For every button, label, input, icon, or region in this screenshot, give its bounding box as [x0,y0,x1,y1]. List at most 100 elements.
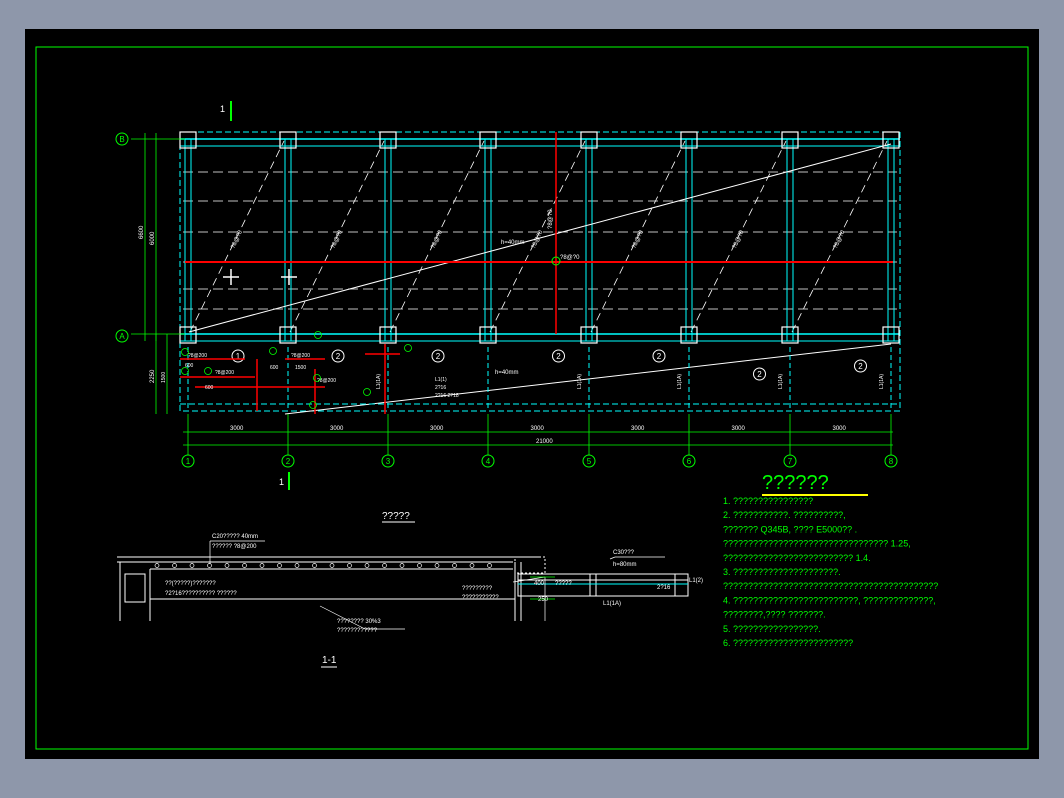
beam-label-2: h=80mm [613,562,637,568]
column-label: 4 [486,457,491,466]
rebar-circle [347,563,352,568]
column-axis-bubble-8[interactable]: 8 [884,454,898,468]
canopy-note-1: L1(1) [435,377,447,383]
panel-mark: 2 [556,352,561,361]
left-note-2: ?2?16?????????? ?????? [165,591,237,597]
section-1-1: ????? C20????? 40mm ?????? ?8@200 ??(???… [117,511,703,668]
note-line: 2. ???????????. ??????????, [723,510,846,520]
plan-outline [179,131,901,412]
canopy-stiffener [589,573,597,597]
bay-brace-label: ?8@?0 [330,229,344,250]
rebar-2: 2?16 [657,585,671,591]
notes-list: 1. ???????????????? 2. ???????????. ?????… [723,496,938,648]
section-leaders [209,540,665,630]
rebar-circle [434,563,440,568]
column-axis-bubble-4[interactable]: 4 [481,454,495,468]
panel-mark: 2 [858,362,863,371]
row-axis-bubble-b[interactable]: B [115,132,129,146]
rebar-circle [487,563,492,568]
cad-viewport[interactable]: 1 2 2 2 2 2 2 L1(1A) L1(1A) L1(1A) L1(1A) L1(1A) ?8… [25,29,1039,759]
beam-label: L1(1A) [677,374,683,389]
note-line: ????????,???? ???????. [723,610,826,620]
notes-title: ?????? [762,472,829,494]
beam-label: L1(1A) [376,374,382,389]
plan-title: ????? [382,511,410,522]
note-line: 6. ???????????????????????? [723,638,853,648]
canopy-panels: 1 2 2 2 222L1(1A) L1(1A) L1(1A) L1(1A) L1(1A) [180,347,900,409]
span-dimension: 3000 [531,426,545,432]
column-axis-bubble-7[interactable]: 7 [783,454,797,468]
cross-marks [223,269,297,285]
rebar-circle [242,563,247,568]
column-label: 8 [889,457,894,466]
slope-note: ???????? 30%3 [337,619,381,625]
column-axis-bubble-2[interactable]: 2 [281,454,295,468]
span-dimension: 3000 [430,426,444,432]
column-axis-bubble-6[interactable]: 6 [682,454,696,468]
rebar-circle [364,563,370,568]
dim-400: 400 [534,581,545,587]
panel-mark: 2 [336,352,341,361]
diag-tie-label: h=40mm [501,240,525,246]
roof-plan: 1 2 2 2 2 2 2 L1(1A) L1(1A) L1(1A) L1(1A) L1(1A) ?8… [115,101,901,490]
column-label: 6 [687,457,692,466]
column-label: 5 [587,457,592,466]
span-dimension: 3000 [732,426,746,432]
rebar-circle [154,563,160,568]
column-axis-bubble-1[interactable]: 1 [181,454,195,468]
note-line: 1. ???????????????? [723,496,813,506]
rebar-circle [224,563,230,568]
dim-small: 600 [270,365,279,371]
row-axis-bubble-a[interactable]: A [115,329,129,343]
canopy-h-label: h=40mm [495,370,519,376]
center-tie-label: ?8@?0 [560,255,580,261]
column-axis-bubble-3[interactable]: 3 [381,454,395,468]
rebar-circle [382,563,387,568]
rebar-circle [277,563,282,568]
note-line: 3. ?????????????????????. [723,567,841,577]
note-line: 5. ?????????????????. [723,624,821,634]
beam-label: L1(1A) [778,374,784,389]
height-dim-2: 6000 [150,231,156,245]
span-dimension: 3000 [330,426,344,432]
span-dimension: 3000 [230,426,244,432]
span-dimension: 3000 [833,426,847,432]
canopy-note-3: 2?16 2?18 [435,393,459,399]
beam-label-3: L1(1A) [603,601,621,607]
note-line: 4. ?????????????????????????, ??????????… [723,595,936,605]
rebar-1: ????? [555,581,572,587]
bay-labels: ?8@?0 ?8@?0 ?8@?0 ?8@?0 ?8@?0 ?8@?0 ?8@?0?8@?0 [230,209,846,250]
note-line: ????????????????????????????????????????… [723,581,938,591]
column-label: 3 [386,457,391,466]
rebar-circle [189,563,195,568]
rebar-label: ?8@200 [291,353,310,359]
note-line: ??????? Q345B, ???? E5000?? . [723,524,857,534]
note-line: ????????????????????????????????? 1.25, [723,539,911,549]
slope-note-2: ???????????? [337,628,378,634]
rebar-label: ?8@200 [188,353,207,359]
cad-drawing: 1 2 2 2 2 2 2 L1(1A) L1(1A) L1(1A) L1(1A) L1(1A) ?8… [35,46,1029,750]
rebar-circle [329,563,335,568]
rebar-label: ?8@200 [317,378,336,384]
rebar-circle [399,563,405,568]
section-marker-top: 1 [220,104,225,114]
beam-label-1: C30??? [613,550,635,556]
rebar-circle [469,563,475,568]
rebar-circle [172,563,177,568]
column-axis-bubbles: 1 2 3 4 5 6 7 8 [181,454,898,468]
right-note-2: ??????????? [462,595,499,601]
hatched-end [514,556,546,574]
rebar-3: L1(2) [689,578,703,584]
rebar-circle [312,563,317,568]
panel-mark: 2 [757,370,762,379]
column-label: 2 [286,457,291,466]
wall-block [124,573,146,603]
note-line: ?????????????????????????? 1.4. [723,553,871,563]
row-label-a: A [119,332,125,341]
mesh-note: ?????? ?8@200 [212,544,257,550]
column-axis-bubble-5[interactable]: 5 [582,454,596,468]
general-notes: ?????? 1. ???????????????? 2. ???????????… [723,472,938,648]
canopy-note-2: 2?16 [435,385,446,391]
rebar-circle [207,563,212,568]
panel-mark: 2 [436,352,441,361]
